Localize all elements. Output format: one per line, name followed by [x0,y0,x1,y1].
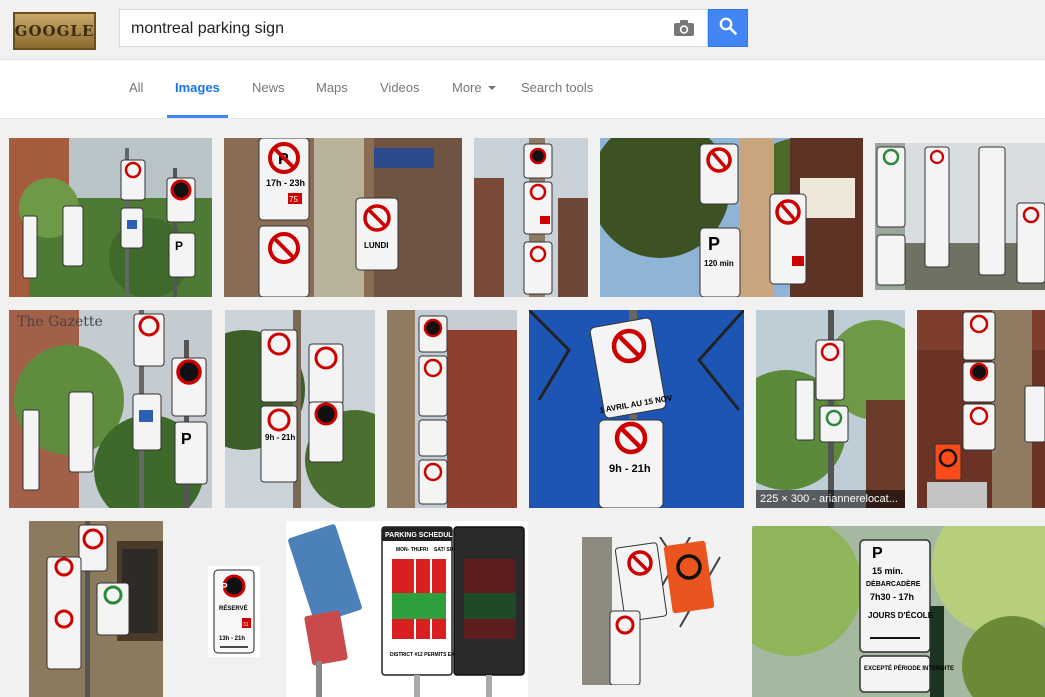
tab-more-label: More [452,80,482,95]
image-result[interactable]: 1 AVRIL AU 15 NOV 9h - 21h [529,310,744,508]
tab-news[interactable]: News [252,80,285,95]
sign-time: 13h - 21h [219,636,245,642]
sign-badge: 31 [243,622,249,628]
sign-time: 9h - 21h [265,433,295,442]
image-results-grid: P P 17h - 23h 75 LUNDI [0,119,1045,697]
svg-text:The Gazette: The Gazette [17,314,103,330]
image-hover-caption: 225 × 300 - ariannerelocat... [756,490,905,508]
sign-day: LUNDI [364,241,388,250]
schedule-col-mon-thu: MON- THU [396,547,421,553]
google-doodle-logo[interactable]: GOOGLE [13,12,96,50]
image-result[interactable]: P The Gazette [9,310,212,508]
tab-more[interactable]: More [452,80,496,95]
image-result[interactable]: P [9,138,212,297]
image-result[interactable]: 9h - 21h [225,310,375,508]
tab-all[interactable]: All [129,80,143,95]
image-result[interactable]: P 15 min. DÉBARCADÈRE 7h30 - 17h JOURS D… [752,526,1045,697]
tab-images[interactable]: Images [175,80,220,95]
svg-text:P: P [221,582,228,593]
sign-exception: EXCEPTÉ PÉRIODE INTERDITE [864,664,954,672]
image-result[interactable]: P RÉSERVÉ 31 13h - 21h [208,566,260,657]
sign-time: 9h - 21h [609,463,651,475]
active-tab-indicator [167,115,228,118]
svg-text:P: P [708,234,720,254]
image-result[interactable] [474,138,588,297]
tab-videos[interactable]: Videos [380,80,420,95]
image-result[interactable] [917,310,1045,508]
search-input[interactable] [129,18,663,40]
image-result[interactable] [540,537,740,685]
search-tabs: All Images News Maps Videos More Search … [0,60,1045,119]
logo-text: GOOGLE [14,22,95,40]
sign-reserve: RÉSERVÉ [219,604,248,612]
svg-text:P: P [175,239,183,253]
image-result[interactable] [875,143,1045,290]
schedule-col-fri: FRI [420,547,429,553]
top-bar: GOOGLE [0,0,1045,60]
sign-badge: 75 [289,195,298,204]
sign-duration: 15 min. [872,566,903,576]
search-icon [719,17,737,40]
image-result[interactable] [29,521,163,697]
search-box [119,9,708,47]
image-result[interactable]: P 17h - 23h 75 LUNDI [224,138,462,297]
image-result[interactable]: 225 × 300 - ariannerelocat... [756,310,905,508]
sign-school-days: JOURS D'ÉCOLE [868,611,934,620]
sign-time: 7h30 - 17h [870,592,914,602]
image-result[interactable] [387,310,517,508]
svg-text:P: P [181,431,192,448]
sign-label: DÉBARCADÈRE [866,579,921,588]
sign-duration: 120 min [704,259,734,268]
camera-icon[interactable] [673,19,695,37]
tab-search-tools[interactable]: Search tools [521,80,593,95]
tab-maps[interactable]: Maps [316,80,348,95]
image-result[interactable]: PARKING SCHEDULE MON- THU FRI SAT/ SUN D… [286,521,528,697]
search-button[interactable] [708,9,748,47]
schedule-title: PARKING SCHEDULE [385,532,458,539]
caret-down-icon [487,86,496,90]
image-result[interactable]: P 120 min [600,138,863,297]
svg-text:P: P [872,545,883,562]
sign-time: 17h - 23h [266,178,305,188]
